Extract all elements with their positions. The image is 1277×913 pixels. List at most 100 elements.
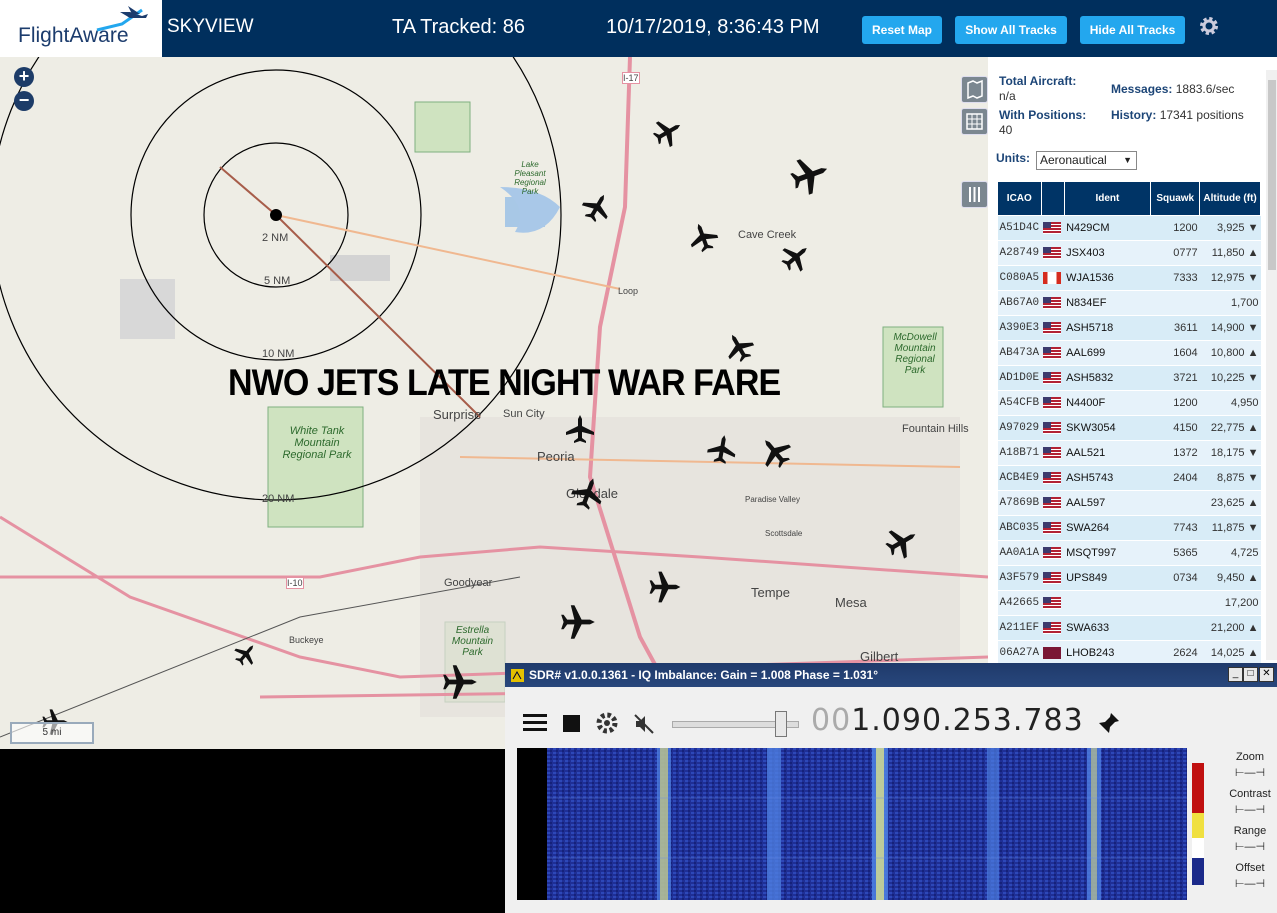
table-row[interactable]: ACB4E9 ASH5743 2404 8,875 ▼ xyxy=(997,465,1261,491)
zoom-label: Zoom xyxy=(1235,751,1265,763)
us-flag-icon xyxy=(1043,322,1062,335)
sdr-app-icon xyxy=(511,669,524,682)
aircraft-icon[interactable] xyxy=(719,327,759,367)
aircraft-icon[interactable] xyxy=(786,151,834,199)
menu-icon[interactable] xyxy=(523,713,549,733)
with-positions-label: With Positions: xyxy=(999,108,1087,122)
settings-gear-icon[interactable] xyxy=(595,711,619,735)
cell-altitude: 23,625 ▲ xyxy=(1199,490,1261,516)
table-row[interactable]: AA0A1A MSQT997 5365 4,725 xyxy=(997,540,1261,566)
cell-flag xyxy=(1041,215,1065,241)
aircraft-icon[interactable] xyxy=(880,520,924,564)
cell-squawk: 3721 xyxy=(1150,365,1200,391)
minimize-button[interactable]: _ xyxy=(1228,667,1243,682)
zoom-slider[interactable]: ⊢—⊣ xyxy=(1225,766,1275,779)
maximize-button[interactable]: □ xyxy=(1243,667,1258,682)
cell-squawk: 4150 xyxy=(1150,415,1200,441)
mute-icon[interactable] xyxy=(633,713,655,735)
aircraft-icon[interactable] xyxy=(753,430,797,474)
table-row[interactable]: A390E3 ASH5718 3611 14,900 ▼ xyxy=(997,315,1261,341)
flightaware-logo[interactable]: FlightAware xyxy=(0,0,162,57)
col-flag[interactable] xyxy=(1040,181,1065,216)
table-row[interactable]: AD1D0E ASH5832 3721 10,225 ▼ xyxy=(997,365,1261,391)
table-row[interactable]: A3F579 UPS849 0734 9,450 ▲ xyxy=(997,565,1261,591)
cell-ident: ASH5832 xyxy=(1064,365,1151,391)
cell-altitude: 1,700 xyxy=(1199,290,1261,316)
table-row[interactable]: C080A5 WJA1536 7333 12,975 ▼ xyxy=(997,265,1261,291)
table-row[interactable]: A7869B AAL597 23,625 ▲ xyxy=(997,490,1261,516)
cell-flag xyxy=(1041,565,1065,591)
chevron-down-icon: ▼ xyxy=(1123,155,1132,165)
show-all-tracks-button[interactable]: Show All Tracks xyxy=(955,16,1067,44)
cell-flag xyxy=(1041,240,1065,266)
map-view[interactable]: + − 2 NM 5 NM 10 NM 20 NM Surprise Sun C… xyxy=(0,57,988,749)
col-icao[interactable]: ICAO xyxy=(997,181,1042,216)
aircraft-icon[interactable] xyxy=(685,219,721,255)
units-label: Units: xyxy=(996,151,1030,165)
us-flag-icon xyxy=(1043,422,1062,435)
cell-ident: SKW3054 xyxy=(1064,415,1151,441)
aircraft-icon[interactable] xyxy=(648,112,688,152)
range-slider[interactable]: ⊢—⊣ xyxy=(1225,840,1275,853)
stop-icon[interactable] xyxy=(563,715,581,733)
pin-icon[interactable] xyxy=(1097,711,1121,735)
us-flag-icon xyxy=(1043,447,1062,460)
aircraft-icon[interactable] xyxy=(568,473,608,513)
table-row[interactable]: A51D4C N429CM 1200 3,925 ▼ xyxy=(997,215,1261,241)
col-ident[interactable]: Ident xyxy=(1063,181,1152,216)
close-button[interactable]: ✕ xyxy=(1259,667,1274,682)
cell-altitude: 12,975 ▼ xyxy=(1199,265,1261,291)
table-row[interactable]: A54CFB N4400F 1200 4,950 xyxy=(997,390,1261,416)
table-row[interactable]: ABC035 SWA264 7743 11,875 ▼ xyxy=(997,515,1261,541)
col-altitude[interactable]: Altitude (ft) xyxy=(1199,181,1261,216)
table-row[interactable]: A28749 JSX403 0777 11,850 ▲ xyxy=(997,240,1261,266)
table-row[interactable]: A97029 SKW3054 4150 22,775 ▲ xyxy=(997,415,1261,441)
aircraft-icon[interactable] xyxy=(577,187,617,227)
us-flag-icon xyxy=(1043,597,1062,610)
cell-altitude: 10,800 ▲ xyxy=(1199,340,1261,366)
sdr-title-bar[interactable]: SDR# v1.0.0.1361 - IQ Imbalance: Gain = … xyxy=(505,663,1277,687)
history-stat: History: 17341 positions xyxy=(1111,108,1244,122)
contrast-slider[interactable]: ⊢—⊣ xyxy=(1225,803,1275,816)
units-select[interactable]: Aeronautical ▼ xyxy=(1036,151,1137,170)
app-name: SKYVIEW xyxy=(167,16,254,37)
table-row[interactable]: AB473A AAL699 1604 10,800 ▲ xyxy=(997,340,1261,366)
cell-ident: N4400F xyxy=(1064,390,1151,416)
col-squawk[interactable]: Squawk xyxy=(1150,181,1201,216)
sidebar-scrollbar-thumb[interactable] xyxy=(1268,80,1276,270)
aircraft-icon[interactable] xyxy=(230,638,262,670)
frequency-display[interactable]: 001.090.253.783 xyxy=(811,703,1084,738)
aircraft-icon[interactable] xyxy=(443,665,477,699)
table-row[interactable]: AB67A0 N834EF 1,700 xyxy=(997,290,1261,316)
cell-altitude: 14,900 ▼ xyxy=(1199,315,1261,341)
hide-all-tracks-button[interactable]: Hide All Tracks xyxy=(1080,16,1185,44)
us-flag-icon xyxy=(1043,247,1062,260)
aircraft-icon[interactable] xyxy=(561,605,595,639)
volume-slider-handle[interactable] xyxy=(775,711,787,737)
table-row[interactable]: A42665 17,200 xyxy=(997,590,1261,616)
cell-icao: ABC035 xyxy=(997,515,1042,541)
table-row[interactable]: A18B71 AAL521 1372 18,175 ▼ xyxy=(997,440,1261,466)
waterfall-display[interactable] xyxy=(517,748,1217,900)
table-row[interactable]: A211EF SWA633 21,200 ▲ xyxy=(997,615,1261,641)
range-label: Range xyxy=(1233,825,1267,837)
waterfall-canvas xyxy=(517,748,1217,900)
tracked-count: TA Tracked: 86 xyxy=(392,16,526,38)
offset-slider[interactable]: ⊢—⊣ xyxy=(1225,877,1275,890)
us-flag-icon xyxy=(1043,622,1062,635)
airplane-logo-icon xyxy=(96,6,148,32)
cell-flag xyxy=(1041,265,1065,291)
cell-altitude: 14,025 ▲ xyxy=(1199,640,1261,663)
aircraft-icon[interactable] xyxy=(705,432,739,466)
aircraft-icon[interactable] xyxy=(649,571,681,603)
gear-icon[interactable] xyxy=(1198,15,1220,37)
aircraft-icon[interactable] xyxy=(776,237,816,277)
cell-squawk: 2624 xyxy=(1150,640,1200,663)
aircraft-icon[interactable] xyxy=(566,415,594,443)
cell-altitude: 11,875 ▼ xyxy=(1199,515,1261,541)
sdr-title: SDR# v1.0.0.1361 - IQ Imbalance: Gain = … xyxy=(529,668,878,682)
cell-squawk: 1200 xyxy=(1150,390,1200,416)
reset-map-button[interactable]: Reset Map xyxy=(862,16,942,44)
table-row[interactable]: 06A27A LHOB243 2624 14,025 ▲ xyxy=(997,640,1261,663)
cell-icao: ACB4E9 xyxy=(997,465,1042,491)
